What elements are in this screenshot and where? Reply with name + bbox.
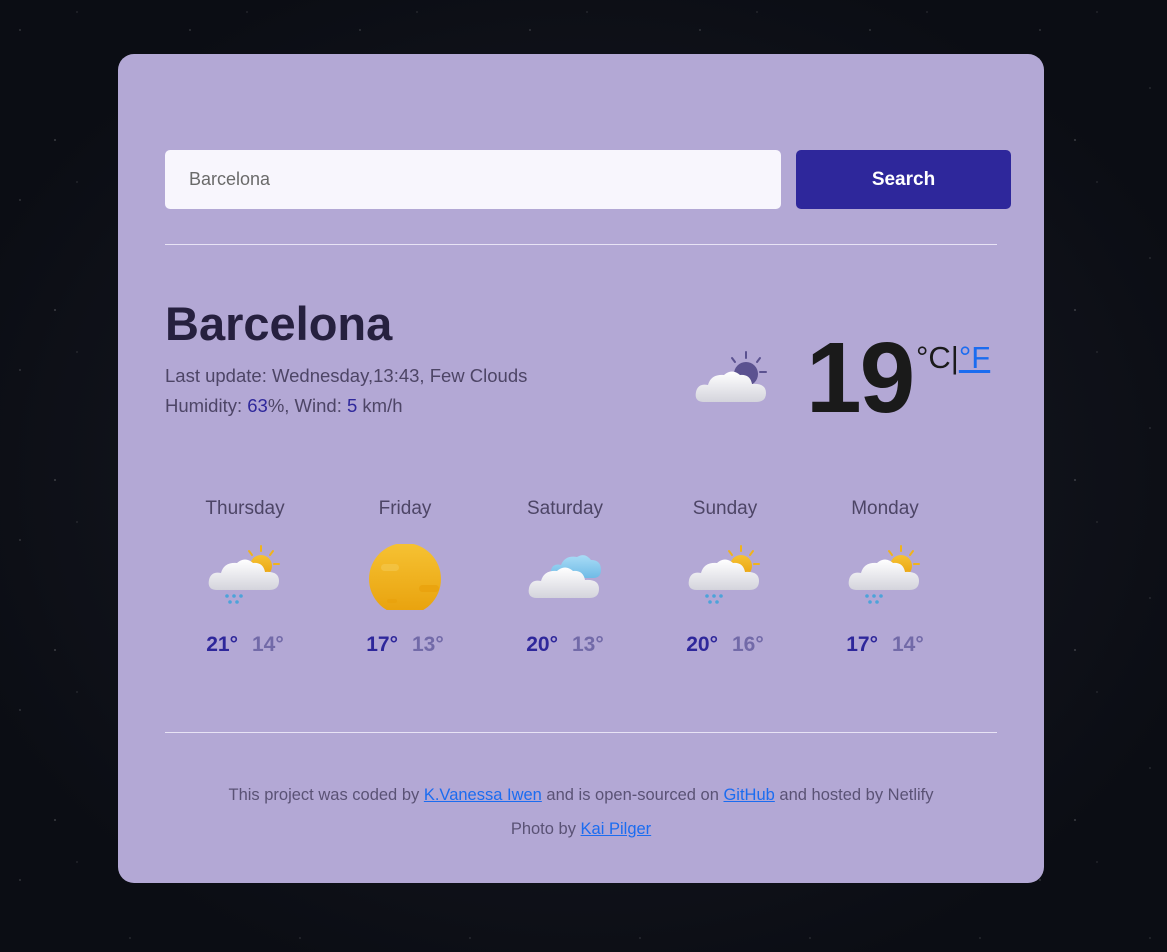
weather-description: Few Clouds	[429, 365, 528, 386]
forecast-day-name: Monday	[851, 498, 919, 519]
github-link[interactable]: GitHub	[723, 786, 774, 804]
humidity-unit: %	[267, 395, 285, 416]
forecast-day-name: Saturday	[526, 498, 604, 519]
forecast-min-temp: 16°	[732, 633, 764, 656]
city-name: Barcelona	[165, 297, 393, 350]
forecast-day: Saturday 20° 13°	[485, 494, 645, 658]
forecast-max-temp: 17°	[846, 633, 878, 656]
unit-separator: |	[950, 340, 959, 375]
top-divider	[165, 244, 997, 245]
last-update-time: Wednesday,13:43	[271, 365, 420, 386]
rain-sun-icon	[208, 545, 280, 604]
rain-sun-icon	[688, 545, 760, 604]
humidity-label: Humidity:	[165, 395, 248, 416]
photo-credit-label: Photo by	[510, 820, 581, 838]
forecast-day-name: Sunday	[692, 498, 758, 519]
last-update-label: Last update:	[165, 365, 272, 386]
last-update-line: Last update: Wednesday,13:43, Few Clouds	[165, 365, 528, 386]
footer: This project was coded by K.Vanessa Iwen…	[118, 778, 1044, 846]
forecast-max-temp: 17°	[366, 633, 398, 656]
forecast-temps: 20° 16°	[645, 632, 805, 658]
search-form: Search	[165, 150, 1011, 209]
forecast-max-temp: 20°	[686, 633, 718, 656]
forecast-day: Friday 17° 13°	[325, 494, 485, 658]
humidity-wind-line: Humidity: 63%, Wind: 5 km/h	[165, 391, 527, 421]
footer-text: and is open-sourced on	[541, 786, 724, 804]
forecast-min-temp: 14°	[252, 633, 284, 656]
cloudy-icon	[528, 555, 601, 598]
author-link[interactable]: K.Vanessa Iwen	[424, 786, 542, 804]
forecast-min-temp: 13°	[572, 633, 604, 656]
forecast-day-name: Thursday	[205, 498, 285, 519]
forecast-list: Thursday 21° 14° Friday 17° 13° Saturday…	[165, 494, 967, 674]
wind-unit: km/h	[357, 395, 403, 416]
forecast-min-temp: 14°	[892, 633, 924, 656]
forecast-day: Monday 17° 14°	[805, 494, 965, 658]
footer-text: and hosted by Netlify	[774, 786, 934, 804]
forecast-temps: 20° 13°	[485, 632, 645, 658]
forecast-temps: 21° 14°	[165, 632, 325, 658]
forecast-min-temp: 13°	[412, 633, 444, 656]
current-temperature: 19	[806, 322, 915, 434]
footer-text: This project was coded by	[228, 786, 424, 804]
forecast-day: Sunday 20° 16°	[645, 494, 805, 658]
current-details: Last update: Wednesday,13:43, Few Clouds…	[165, 361, 527, 421]
celsius-unit[interactable]: °C	[916, 340, 951, 375]
forecast-max-temp: 21°	[206, 633, 238, 656]
photographer-link[interactable]: Kai Pilger	[581, 820, 652, 838]
forecast-temps: 17° 14°	[805, 632, 965, 658]
forecast-temps: 17° 13°	[325, 632, 485, 658]
rain-sun-icon	[848, 545, 920, 604]
photo-credit: Photo by Kai Pilger	[118, 812, 1044, 846]
weather-card: Search Barcelona Last update: Wednesday,…	[118, 54, 1044, 883]
humidity-value: 63	[247, 395, 268, 416]
footer-credits: This project was coded by K.Vanessa Iwen…	[118, 778, 1044, 812]
city-search-input[interactable]	[165, 150, 781, 209]
fahrenheit-link[interactable]: °F	[959, 340, 990, 375]
forecast-max-temp: 20°	[526, 633, 558, 656]
unit-toggle: °C|°F	[916, 340, 990, 376]
forecast-day-name: Friday	[378, 498, 432, 519]
forecast-day: Thursday 21° 14°	[165, 494, 325, 658]
wind-label: , Wind:	[284, 395, 347, 416]
sun-icon	[369, 544, 441, 610]
search-button[interactable]: Search	[796, 150, 1011, 209]
bottom-divider	[165, 732, 997, 733]
wind-value: 5	[347, 395, 358, 416]
few-clouds-icon	[695, 351, 767, 402]
